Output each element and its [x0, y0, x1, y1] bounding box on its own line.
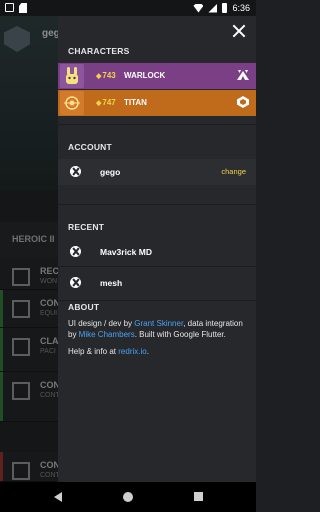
screen: 6:36 gego HEROIC II RECENT WON CON EQUI …	[0, 0, 256, 512]
link-redrix[interactable]: redrix.io	[118, 347, 146, 356]
divider	[58, 266, 256, 267]
recent-account-name: mesh	[100, 278, 123, 288]
section-recent: RECENT	[68, 222, 105, 232]
about-text: UI design / dev by Grant Skinner, data i…	[68, 319, 243, 356]
signal-icon	[208, 3, 218, 13]
section-about: ABOUT	[68, 302, 100, 312]
light-level: ◆747	[96, 98, 116, 107]
status-bar: 6:36	[0, 0, 256, 16]
light-level: ◆743	[96, 71, 116, 80]
character-row-titan[interactable]: ◆747 TITAN	[58, 90, 256, 116]
battery-icon	[222, 3, 228, 13]
close-icon[interactable]	[230, 22, 248, 40]
section-characters: CHARACTERS	[68, 46, 130, 56]
warlock-icon	[236, 68, 250, 82]
character-row-warlock[interactable]: ◆743 WARLOCK	[58, 63, 256, 89]
link-grant-skinner[interactable]: Grant Skinner	[134, 319, 183, 328]
account-row[interactable]: gego change	[58, 159, 256, 185]
class-name: TITAN	[124, 98, 147, 107]
sim-card-icon	[19, 3, 27, 13]
account-name: gego	[100, 167, 121, 177]
divider	[58, 124, 256, 125]
section-account: ACCOUNT	[68, 142, 112, 152]
recents-icon[interactable]	[194, 492, 203, 501]
class-name: WARLOCK	[124, 71, 166, 80]
titan-icon	[236, 95, 250, 109]
navigation-drawer: CHARACTERS ◆743 WARLOCK ◆747 TITAN ACCOU…	[58, 16, 256, 482]
sun-emblem-icon	[60, 91, 84, 115]
divider	[58, 300, 256, 301]
xbox-icon	[70, 277, 81, 288]
rabbit-emblem-icon	[60, 64, 84, 88]
recent-account-name: Mav3rick MD	[100, 247, 152, 257]
change-account-button[interactable]: change	[221, 167, 246, 176]
notification-icon	[5, 3, 14, 12]
recent-account-row[interactable]: Mav3rick MD	[58, 239, 256, 265]
divider	[58, 204, 256, 205]
xbox-icon	[70, 166, 81, 177]
link-mike-chambers[interactable]: Mike Chambers	[79, 330, 135, 339]
recent-account-row[interactable]: mesh	[58, 270, 256, 296]
system-nav-bar	[0, 482, 256, 512]
xbox-icon	[70, 246, 81, 257]
home-icon[interactable]	[123, 492, 133, 502]
wifi-icon	[193, 3, 204, 13]
back-icon[interactable]	[54, 492, 62, 502]
status-time: 6:36	[232, 3, 250, 13]
